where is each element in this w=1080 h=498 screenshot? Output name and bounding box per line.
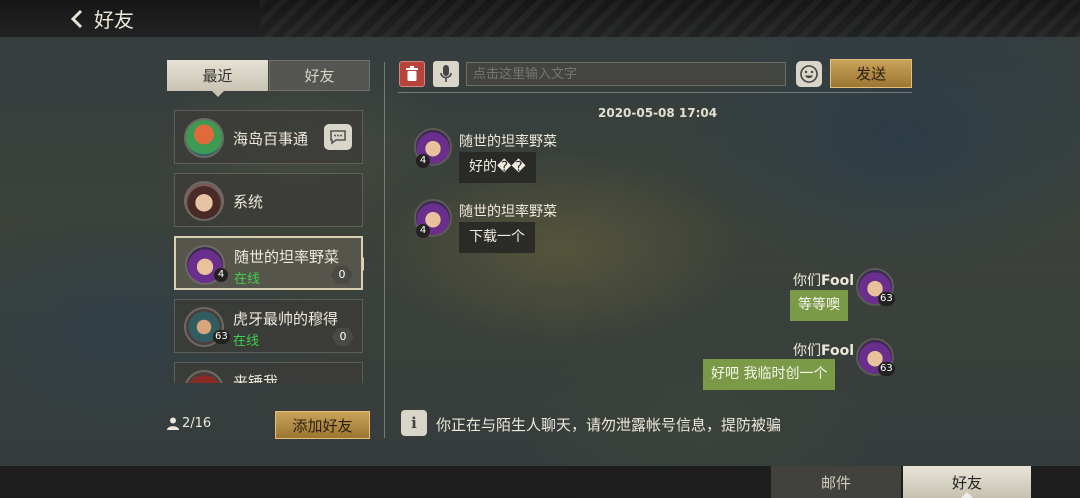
incoming-message: 好的��	[459, 152, 536, 183]
person-icon	[167, 417, 179, 430]
friend-item-selected[interactable]: 4 随世的坦率野菜 在线 0	[174, 236, 364, 290]
incoming-message: 下载一个	[459, 222, 535, 253]
friend-name: 来锤我	[233, 373, 279, 383]
self-name-bold: Fool	[821, 343, 855, 359]
online-status: 在线	[234, 272, 261, 287]
delete-button[interactable]	[399, 61, 425, 87]
send-button[interactable]: 发送	[830, 59, 912, 88]
friend-name: 海岛百事通	[233, 130, 309, 148]
tab-recent[interactable]: 最近	[167, 60, 268, 97]
friend-tabs: 最近 好友	[167, 60, 370, 97]
tab-mail[interactable]: 邮件	[771, 466, 901, 498]
unread-count-badge: 0	[331, 266, 353, 284]
chat-input[interactable]	[466, 62, 786, 86]
tab-friends[interactable]: 好友	[269, 60, 370, 91]
chevron-left-icon	[70, 9, 83, 28]
avatar	[184, 370, 224, 383]
friend-name: 随世的坦率野菜	[234, 248, 340, 266]
friend-item-system[interactable]: 系统	[174, 173, 363, 227]
friend-name: 系统	[233, 193, 264, 211]
speech-icon	[330, 130, 346, 145]
self-name-bold: Fool	[821, 273, 855, 289]
self-level-badge: 63	[878, 362, 895, 376]
sender-level-badge: 4	[416, 224, 430, 238]
unread-count-badge: 0	[332, 328, 354, 346]
friend-list[interactable]: 海岛百事通 系统 4 随世的坦率野菜 在线 0 63 虎牙最帅的穆得 在线 0 …	[174, 110, 364, 383]
avatar	[184, 118, 224, 158]
chat-divider	[398, 92, 912, 93]
avatar	[184, 181, 224, 221]
voice-button[interactable]	[433, 61, 459, 87]
message-timestamp: 2020-05-08 17:04	[598, 106, 718, 120]
self-name: 你们Fool	[793, 340, 854, 360]
friend-item-island-guide[interactable]: 海岛百事通	[174, 110, 363, 164]
outgoing-message: 等等噢	[790, 290, 848, 321]
friend-item-huya[interactable]: 63 虎牙最帅的穆得 在线 0	[174, 299, 363, 353]
top-bar: 好友	[0, 0, 1080, 37]
panel-divider	[384, 62, 385, 438]
chat-bubble-icon[interactable]	[324, 124, 352, 150]
microphone-icon	[440, 65, 452, 82]
level-badge: 63	[213, 330, 230, 344]
safety-notice: 你正在与陌生人聊天，请勿泄露帐号信息，提防被骗	[436, 416, 782, 434]
self-name: 你们Fool	[793, 270, 854, 290]
trash-icon	[406, 66, 418, 81]
outgoing-message: 好吧 我临时创一个	[703, 359, 836, 390]
self-level-badge: 63	[878, 292, 895, 306]
self-name-prefix: 你们	[793, 273, 821, 289]
info-icon: i	[401, 410, 427, 436]
friend-item-laichuiwo[interactable]: 来锤我	[174, 362, 363, 383]
level-badge: 4	[214, 268, 228, 282]
sender-name: 随世的坦率野菜	[459, 134, 557, 150]
top-bar-pattern	[260, 0, 1080, 37]
add-friend-button[interactable]: 添加好友	[275, 411, 370, 439]
friend-count: 2/16	[167, 416, 211, 431]
emoji-button[interactable]	[796, 61, 822, 87]
friend-name: 虎牙最帅的穆得	[233, 310, 339, 328]
friend-count-value: 2/16	[182, 416, 212, 431]
tab-friends-bottom[interactable]: 好友	[903, 466, 1031, 498]
sender-name: 随世的坦率野菜	[459, 204, 557, 220]
back-button[interactable]	[66, 8, 88, 30]
sender-level-badge: 4	[416, 154, 430, 168]
smiley-icon	[800, 65, 818, 83]
page-title: 好友	[94, 8, 134, 32]
online-status: 在线	[233, 334, 260, 349]
self-name-prefix: 你们	[793, 343, 821, 359]
